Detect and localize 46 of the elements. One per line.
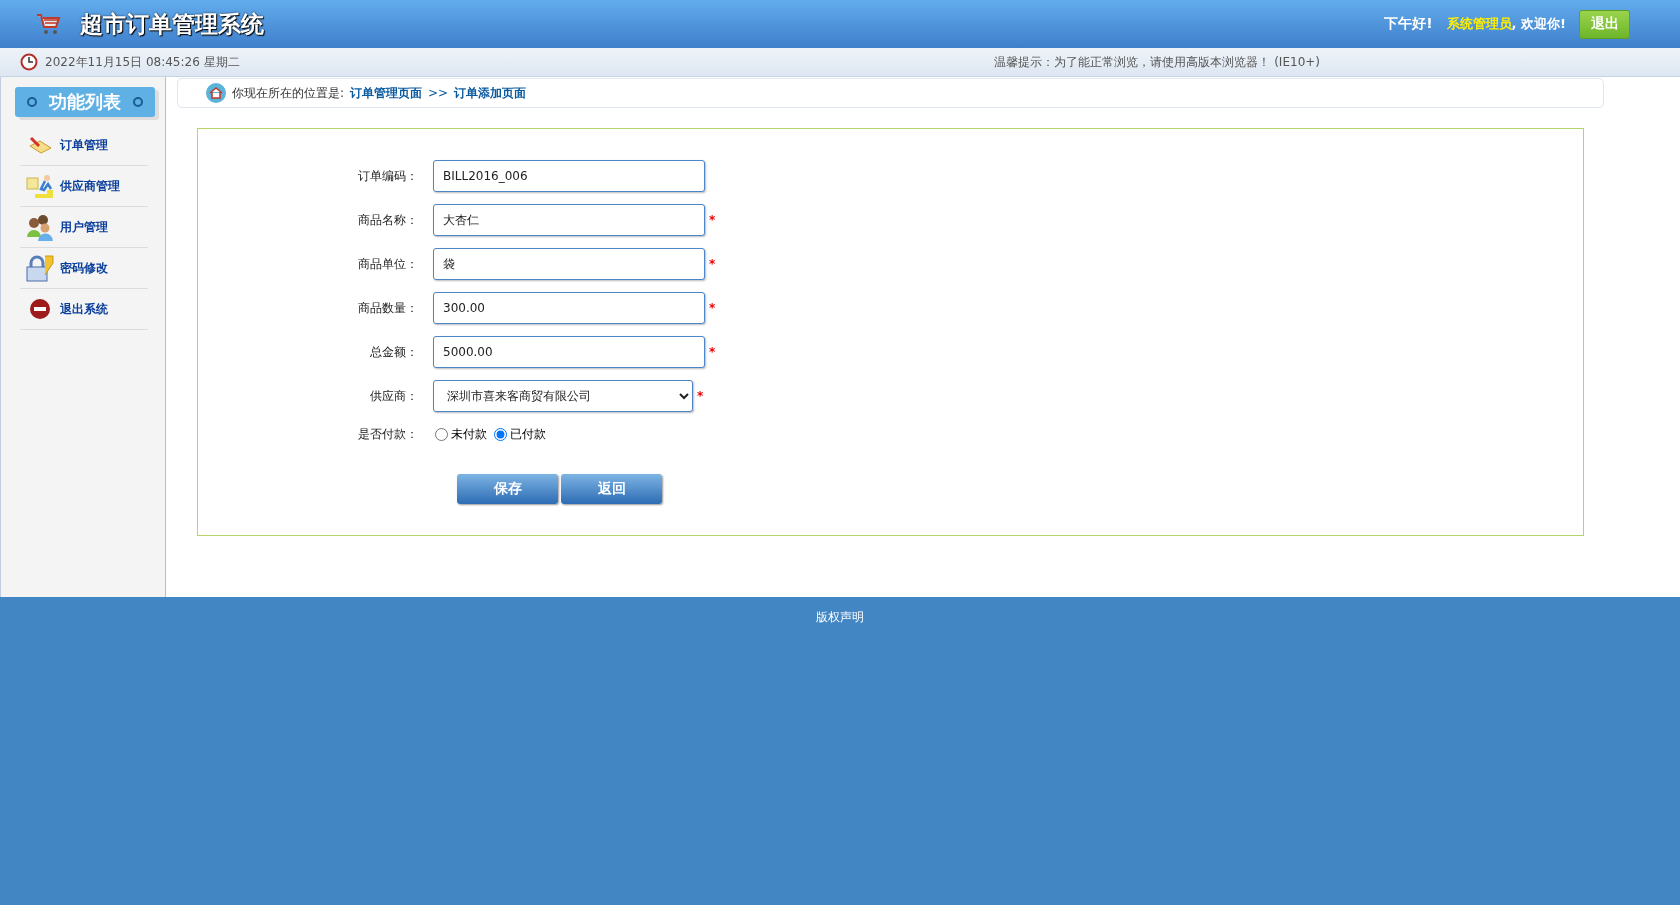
users-icon — [25, 213, 55, 241]
app-title: 超市订单管理系统 — [80, 9, 264, 39]
people-boxes-icon — [25, 172, 55, 200]
user-name: 系统管理员 — [1446, 15, 1512, 33]
sidebar-link[interactable]: 订单管理 — [60, 136, 108, 154]
lock-key-icon — [25, 254, 55, 282]
field-label: 总金额： — [369, 343, 419, 361]
shopping-cart-icon — [36, 12, 62, 36]
breadcrumb-link[interactable]: 订单管理页面 — [350, 84, 423, 102]
sidebar-link[interactable]: 供应商管理 — [60, 177, 120, 195]
sidebar-link[interactable]: 用户管理 — [60, 218, 108, 236]
exit-icon — [29, 298, 51, 320]
field-label: 商品数量： — [357, 299, 419, 317]
input-field[interactable]: 大杏仁 — [433, 204, 705, 236]
input-field[interactable]: 5000.00 — [433, 336, 705, 368]
breadcrumb-separator: >> — [428, 86, 449, 100]
required-mark: * — [709, 345, 716, 359]
location-label: 你现在所在的位置是: — [232, 84, 345, 102]
clock-icon — [20, 53, 38, 71]
notepad-pencil-icon — [27, 134, 53, 156]
radio-button[interactable] — [435, 427, 448, 441]
breadcrumb-link[interactable]: 订单添加页面 — [454, 84, 527, 102]
field-label: 是否付款： — [357, 425, 419, 443]
date-time: 2022年11月15日 08:45:26 星期二 — [45, 53, 240, 71]
radio-label: 已付款 — [510, 425, 546, 443]
field-label: 商品名称： — [357, 211, 419, 229]
required-mark: * — [709, 301, 716, 315]
field-label: 供应商： — [369, 387, 419, 405]
supplier-dropdown[interactable]: 深圳市喜来客商贸有限公司 — [433, 380, 693, 412]
required-mark: * — [697, 389, 704, 403]
sidebar-link[interactable]: 密码修改 — [60, 259, 108, 277]
browser-notice: 温馨提示：为了能正常浏览，请使用高版本浏览器！ (IE10+) — [994, 53, 1320, 71]
greeting-text: 下午好! — [1384, 15, 1433, 33]
copyright-text: 版权声明 — [816, 610, 864, 624]
input-field[interactable]: 300.00 — [433, 292, 705, 324]
required-mark: * — [709, 257, 716, 271]
radio-label: 未付款 — [451, 425, 487, 443]
radio-button[interactable] — [494, 427, 507, 441]
field-label: 订单编码： — [357, 167, 419, 185]
sidebar-link[interactable]: 退出系统 — [60, 300, 108, 318]
input-field[interactable]: BILL2016_006 — [433, 160, 705, 192]
welcome-text: , 欢迎你! — [1511, 15, 1566, 33]
home-icon — [206, 83, 226, 103]
field-label: 商品单位： — [357, 255, 419, 273]
required-mark: * — [709, 213, 716, 227]
input-field[interactable]: 袋 — [433, 248, 705, 280]
